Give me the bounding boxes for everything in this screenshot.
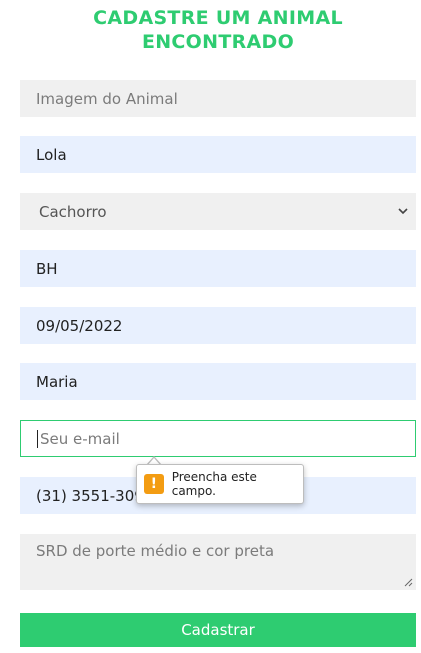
animal-image-field[interactable]: Imagem do Animal: [20, 80, 416, 117]
validation-tooltip: ! Preencha este campo.: [136, 464, 304, 504]
description-placeholder: SRD de porte médio e cor preta: [36, 542, 275, 560]
city-value: BH: [36, 259, 58, 278]
submit-button-label: Cadastrar: [181, 621, 255, 639]
owner-name-value: Maria: [36, 372, 78, 391]
resize-handle-icon[interactable]: [403, 577, 413, 587]
warning-icon: !: [144, 474, 164, 494]
title-line-2: ENCONTRADO: [141, 31, 295, 53]
email-field[interactable]: Seu e-mail: [20, 420, 416, 457]
email-placeholder: Seu e-mail: [40, 429, 120, 448]
species-selected-value: Cachorro: [39, 202, 107, 221]
page-title: CADASTRE UM ANIMAL ENCONTRADO: [0, 6, 421, 54]
city-field[interactable]: BH: [20, 250, 416, 287]
validation-message: Preencha este campo.: [171, 470, 257, 498]
title-line-1: CADASTRE UM ANIMAL: [93, 7, 343, 29]
animal-image-placeholder: Imagem do Animal: [36, 89, 178, 108]
date-value: 09/05/2022: [36, 316, 123, 335]
animal-name-field[interactable]: Lola: [20, 136, 416, 173]
animal-name-value: Lola: [36, 145, 67, 164]
species-select[interactable]: Cachorro: [20, 193, 416, 230]
chevron-down-icon: [398, 208, 408, 215]
owner-name-field[interactable]: Maria: [20, 363, 416, 400]
text-caret: [37, 429, 38, 448]
description-textarea[interactable]: SRD de porte médio e cor preta: [20, 534, 416, 590]
date-field[interactable]: 09/05/2022: [20, 307, 416, 344]
submit-button[interactable]: Cadastrar: [20, 613, 416, 647]
